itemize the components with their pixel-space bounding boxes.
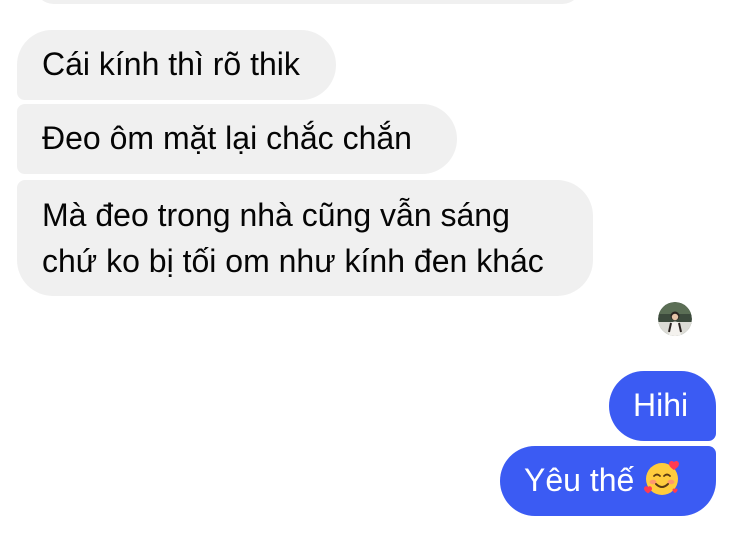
outgoing-message-bubble[interactable]: Hihi <box>609 371 716 441</box>
outgoing-message-bubble[interactable]: Yêu thế <box>500 446 716 516</box>
message-text: Hihi <box>633 387 689 423</box>
incoming-message-bubble[interactable]: Cái kính thì rõ thik <box>17 30 336 100</box>
previous-message-bubble <box>34 0 582 4</box>
message-text: Yêu thế <box>524 462 635 498</box>
smiling-face-with-hearts-icon <box>642 459 682 499</box>
incoming-message-bubble[interactable]: Đeo ôm mặt lại chắc chắn <box>17 104 457 174</box>
message-text: Cái kính thì rõ thik <box>42 46 300 82</box>
message-text: Đeo ôm mặt lại chắc chắn <box>42 120 412 156</box>
incoming-message-bubble[interactable]: Mà đeo trong nhà cũng vẫn sáng chứ ko bị… <box>17 180 593 296</box>
message-text-line: Mà đeo trong nhà cũng vẫn sáng <box>42 197 510 233</box>
message-text-line: chứ ko bị tối om như kính đen khác <box>42 243 544 279</box>
seen-avatar-icon[interactable] <box>658 302 692 336</box>
